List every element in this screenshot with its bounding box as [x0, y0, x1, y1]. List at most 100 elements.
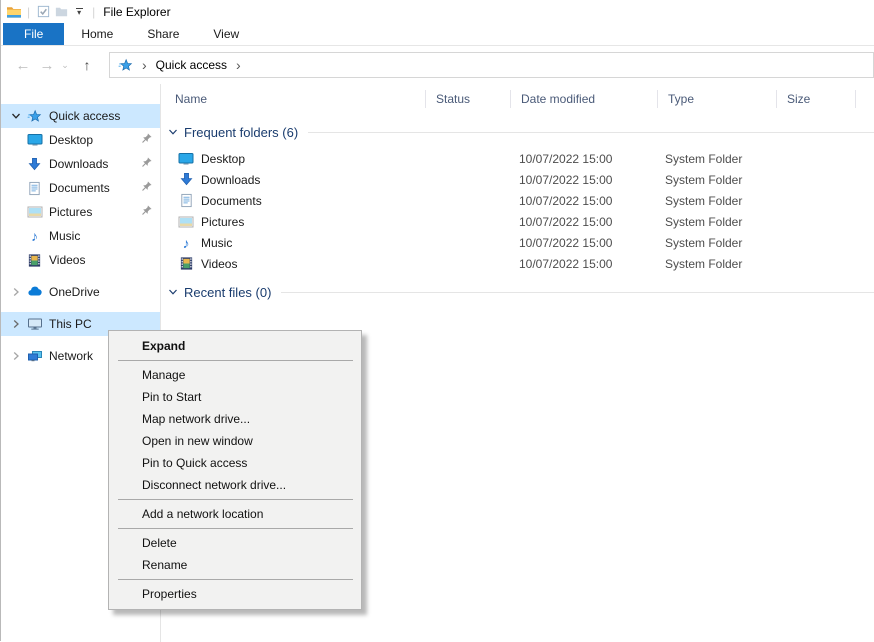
breadcrumb-chevron-icon[interactable]: › [142, 58, 147, 72]
address-bar[interactable]: › Quick access › [109, 52, 874, 78]
pictures-icon [26, 204, 43, 220]
sidebar-item-label: This PC [49, 317, 92, 331]
file-type: System Folder [657, 257, 776, 271]
sidebar-item-music[interactable]: ♪ Music [1, 224, 160, 248]
qat-new-folder-icon[interactable] [52, 3, 70, 21]
sidebar-item-label: Quick access [49, 109, 120, 123]
file-row-pictures[interactable]: Pictures 10/07/2022 15:00 System Folder [161, 211, 874, 232]
menu-item-manage[interactable]: Manage [109, 364, 361, 386]
menu-item-disconnect-network-drive[interactable]: Disconnect network drive... [109, 474, 361, 496]
file-explorer-folder-icon[interactable] [5, 3, 23, 21]
pin-icon[interactable] [140, 156, 153, 172]
quick-access-star-icon[interactable] [118, 58, 133, 73]
file-name: Downloads [201, 173, 260, 187]
file-row-downloads[interactable]: Downloads 10/07/2022 15:00 System Folder [161, 169, 874, 190]
menu-item-rename[interactable]: Rename [109, 554, 361, 576]
column-header-date-modified[interactable]: Date modified [510, 90, 657, 108]
file-row-music[interactable]: ♪ Music 10/07/2022 15:00 System Folder [161, 232, 874, 253]
navigation-bar: ← → ⌄ ↑ › Quick access › [1, 46, 874, 84]
file-row-documents[interactable]: Documents 10/07/2022 15:00 System Folder [161, 190, 874, 211]
chevron-down-icon[interactable] [168, 287, 178, 297]
onedrive-icon [26, 284, 43, 300]
file-type: System Folder [657, 215, 776, 229]
recent-locations-chevron-icon[interactable]: ⌄ [59, 60, 71, 71]
file-row-desktop[interactable]: Desktop 10/07/2022 15:00 System Folder [161, 148, 874, 169]
sidebar-item-onedrive[interactable]: OneDrive [1, 280, 160, 304]
downloads-icon [178, 172, 194, 188]
menu-item-map-network-drive[interactable]: Map network drive... [109, 408, 361, 430]
menu-separator [118, 360, 353, 361]
file-name: Music [201, 236, 232, 250]
this-pc-icon [26, 316, 43, 332]
sidebar-item-label: Desktop [49, 133, 93, 147]
file-type: System Folder [657, 173, 776, 187]
tab-home[interactable]: Home [64, 23, 130, 45]
tab-share[interactable]: Share [130, 23, 196, 45]
group-header-recent-files[interactable]: Recent files (0) [161, 282, 874, 302]
chevron-right-icon[interactable] [9, 319, 23, 329]
sidebar-item-pictures[interactable]: Pictures [1, 200, 160, 224]
network-icon [26, 348, 43, 364]
column-header-type[interactable]: Type [657, 90, 776, 108]
menu-separator [118, 499, 353, 500]
sidebar-item-label: Network [49, 349, 93, 363]
sidebar-item-label: Music [49, 229, 80, 243]
group-header-frequent-folders[interactable]: Frequent folders (6) [161, 122, 874, 142]
breadcrumb-chevron-icon[interactable]: › [236, 58, 241, 72]
column-header-size[interactable]: Size [776, 90, 855, 108]
menu-item-pin-to-start[interactable]: Pin to Start [109, 386, 361, 408]
breadcrumb-quick-access[interactable]: Quick access [156, 58, 227, 72]
chevron-right-icon[interactable] [9, 287, 23, 297]
qat-customize-dropdown-icon[interactable]: ▾ [72, 8, 86, 15]
menu-item-delete[interactable]: Delete [109, 532, 361, 554]
file-name: Desktop [201, 152, 245, 166]
desktop-icon [178, 151, 194, 167]
menu-item-properties[interactable]: Properties [109, 583, 361, 605]
back-icon[interactable]: ← [11, 57, 35, 74]
tab-file[interactable]: File [3, 23, 64, 45]
menu-item-expand[interactable]: Expand [109, 335, 361, 357]
pin-icon[interactable] [140, 132, 153, 148]
file-date-modified: 10/07/2022 15:00 [510, 236, 657, 250]
downloads-icon [26, 156, 43, 172]
tab-view[interactable]: View [196, 23, 256, 45]
titlebar-separator: | [92, 5, 95, 19]
menu-item-add-a-network-location[interactable]: Add a network location [109, 503, 361, 525]
titlebar-separator: | [27, 5, 30, 19]
file-date-modified: 10/07/2022 15:00 [510, 215, 657, 229]
file-name: Videos [201, 257, 237, 271]
file-row-videos[interactable]: Videos 10/07/2022 15:00 System Folder [161, 253, 874, 274]
sidebar-item-videos[interactable]: Videos [1, 248, 160, 272]
chevron-down-icon[interactable] [168, 127, 178, 137]
sidebar-item-documents[interactable]: Documents [1, 176, 160, 200]
column-header-status[interactable]: Status [425, 90, 510, 108]
file-name: Pictures [201, 215, 244, 229]
pin-icon[interactable] [140, 204, 153, 220]
sidebar-item-desktop[interactable]: Desktop [1, 128, 160, 152]
pin-icon[interactable] [140, 180, 153, 196]
file-type: System Folder [657, 152, 776, 166]
title-bar: | ▾ | File Explorer [1, 0, 874, 23]
file-name: Documents [201, 194, 262, 208]
menu-item-open-in-new-window[interactable]: Open in new window [109, 430, 361, 452]
group-header-label: Recent files (0) [184, 285, 271, 300]
menu-item-pin-to-quick-access[interactable]: Pin to Quick access [109, 452, 361, 474]
group-rule [281, 292, 874, 293]
sidebar-item-quick-access[interactable]: Quick access [1, 104, 160, 128]
quick-access-star-icon [26, 108, 43, 124]
file-type: System Folder [657, 194, 776, 208]
up-icon[interactable]: ↑ [75, 57, 99, 73]
column-header-name[interactable]: Name [161, 90, 425, 108]
chevron-down-icon[interactable] [9, 111, 23, 121]
videos-icon [178, 256, 194, 272]
desktop-icon [26, 132, 43, 148]
sidebar-item-downloads[interactable]: Downloads [1, 152, 160, 176]
videos-icon [26, 252, 43, 268]
column-headers: Name Status Date modified Type Size [161, 84, 874, 114]
ribbon-tab-bar: File Home Share View [1, 23, 874, 46]
sidebar-item-label: Videos [49, 253, 85, 267]
qat-properties-icon[interactable] [34, 3, 52, 21]
chevron-right-icon[interactable] [9, 351, 23, 361]
forward-icon[interactable]: → [35, 57, 59, 74]
window-title: File Explorer [103, 5, 170, 19]
